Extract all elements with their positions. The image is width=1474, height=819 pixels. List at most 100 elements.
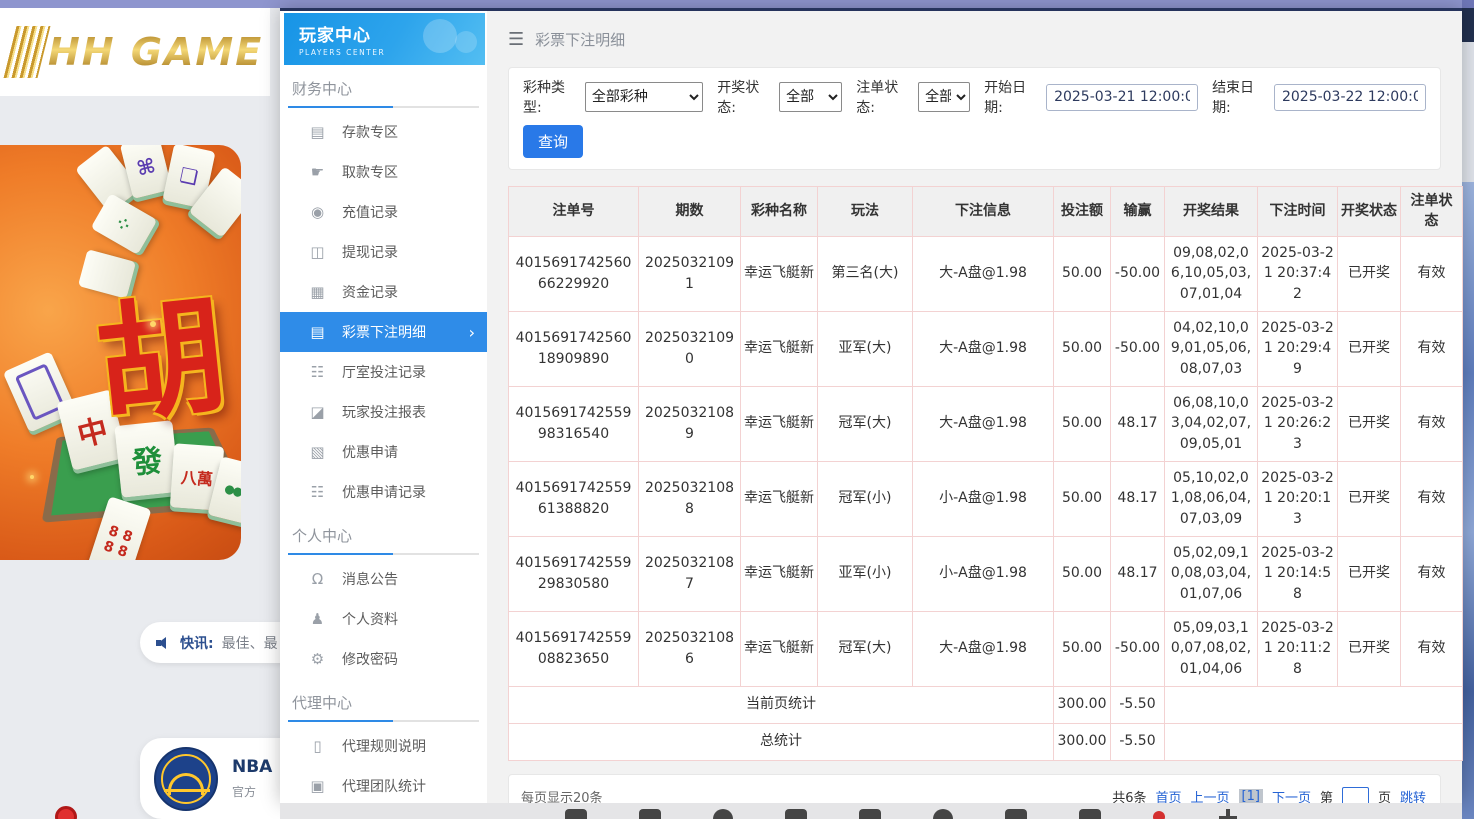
sidebar-item-team-stats[interactable]: ▣代理团队统计 [280, 766, 487, 803]
table-cell: 06,08,10,03,04,02,07,09,05,01 [1165, 386, 1258, 461]
table-cell: -50.00 [1111, 311, 1165, 386]
sidebar-item-promo-record[interactable]: ☷优惠申请记录 [280, 472, 487, 512]
table-cell: 已开奖 [1338, 386, 1401, 461]
table-cell: 50.00 [1054, 611, 1111, 686]
red-badge-dot[interactable] [1153, 811, 1165, 819]
sidebar-item-bank-card[interactable]: ▤存款专区 [280, 112, 487, 152]
start-date-input[interactable] [1046, 84, 1198, 111]
table-cell: 20250321089 [639, 386, 741, 461]
sidebar-item-label: 充值记录 [342, 202, 398, 222]
table-row: 40156917425596138882020250321088幸运飞艇新冠军(… [509, 461, 1463, 536]
search-button[interactable]: 查询 [523, 125, 583, 158]
sidebar-item-label: 厅室投注记录 [342, 362, 426, 382]
table-cell: 401569174256066229920 [509, 236, 639, 311]
table-cell: 401569174256018909890 [509, 311, 639, 386]
sidebar-item-document[interactable]: ▯代理规则说明 [280, 726, 487, 766]
sidebar-item-funds[interactable]: ▦资金记录 [280, 272, 487, 312]
column-header: 期数 [639, 187, 741, 237]
table-cell: 2025-03-21 20:37:42 [1258, 236, 1338, 311]
sidebar-item-label: 消息公告 [342, 569, 398, 589]
table-cell: 05,10,02,01,08,06,04,07,03,09 [1165, 461, 1258, 536]
sidebar-item-user[interactable]: ♟个人资料 [280, 599, 487, 639]
table-cell: 2025-03-21 20:14:58 [1258, 536, 1338, 611]
summary-label: 当前页统计 [509, 686, 1054, 723]
table-cell: 已开奖 [1338, 611, 1401, 686]
dock-icon[interactable] [859, 809, 881, 819]
sidebar: 玩家中心 PLAYERS CENTER 财务中心▤存款专区☛取款专区◉充值记录◫… [280, 11, 487, 803]
dock-icon[interactable] [1079, 809, 1101, 819]
report-chart-icon: ◪ [309, 403, 326, 421]
table-row: 40156917425592983058020250321087幸运飞艇新亚军(… [509, 536, 1463, 611]
add-icon[interactable] [1217, 809, 1239, 819]
sidebar-item-report-chart[interactable]: ◪玩家投注报表 [280, 392, 487, 432]
table-cell: 2025-03-21 20:26:23 [1258, 386, 1338, 461]
table-cell: 20250321086 [639, 611, 741, 686]
summary-winloss-total: -5.50 [1111, 686, 1165, 723]
sidebar-item-wallet[interactable]: ◫提现记录 [280, 232, 487, 272]
circle-decoration [455, 31, 477, 53]
summary-label: 总统计 [509, 723, 1054, 760]
summary-row: 当前页统计300.00-5.50 [509, 686, 1463, 723]
table-cell: 有效 [1401, 311, 1463, 386]
sidebar-item-withdraw-hand[interactable]: ☛取款专区 [280, 152, 487, 192]
lottery-type-select[interactable]: 全部彩种 [585, 82, 703, 112]
table-cell: 401569174255998316540 [509, 386, 639, 461]
draw-status-label: 开奖状态: [717, 77, 773, 117]
red-badge-icon [55, 806, 77, 819]
table-cell: -50.00 [1111, 236, 1165, 311]
draw-status-select[interactable]: 全部 [779, 82, 842, 112]
table-cell: 有效 [1401, 611, 1463, 686]
bet-table: 注单号期数彩种名称玩法下注信息投注额输赢开奖结果下注时间开奖状态注单状态 401… [508, 186, 1463, 761]
sidebar-section-title: 代理中心 [280, 679, 487, 720]
end-date-label: 结束日期: [1212, 77, 1268, 117]
sidebar-item-money-bag[interactable]: ◉充值记录 [280, 192, 487, 232]
sidebar-item-bet-detail[interactable]: ▤彩票下注明细› [280, 312, 487, 352]
hamburger-menu-icon[interactable]: ☰ [508, 29, 524, 50]
sidebar-item-label: 取款专区 [342, 162, 398, 182]
table-cell: 亚军(大) [818, 311, 913, 386]
sidebar-item-label: 代理规则说明 [342, 736, 426, 756]
order-status-select[interactable]: 全部 [918, 82, 970, 112]
sidebar-item-hall-record[interactable]: ☷厅室投注记录 [280, 352, 487, 392]
table-cell: 小-A盘@1.98 [913, 461, 1054, 536]
dock-icon[interactable] [713, 809, 733, 819]
summary-bet-total: 300.00 [1054, 723, 1111, 760]
sidebar-item-bell[interactable]: Ω消息公告 [280, 559, 487, 599]
promo-gift-icon: ▧ [309, 443, 326, 461]
table-cell: 50.00 [1054, 311, 1111, 386]
dock-icon[interactable] [639, 809, 661, 819]
sidebar-item-label: 资金记录 [342, 282, 398, 302]
sidebar-item-gear[interactable]: ⚙修改密码 [280, 639, 487, 679]
section-underline [288, 553, 479, 555]
table-cell: 50.00 [1054, 461, 1111, 536]
sidebar-item-promo-gift[interactable]: ▧优惠申请 [280, 432, 487, 472]
dock-icon[interactable] [933, 809, 953, 819]
filter-panel: 彩种类型: 全部彩种 开奖状态: 全部 注单状态: 全部 开始日期: 结束日期:… [508, 67, 1441, 170]
table-cell: 2025-03-21 20:11:28 [1258, 611, 1338, 686]
players-center-modal: 玩家中心 PLAYERS CENTER 财务中心▤存款专区☛取款专区◉充值记录◫… [280, 8, 1462, 803]
table-cell: 幸运飞艇新 [741, 236, 818, 311]
ticker-text: 最佳、最 [222, 633, 278, 653]
dock-icon[interactable] [565, 809, 587, 819]
end-date-input[interactable] [1274, 84, 1426, 111]
order-status-label: 注单状态: [856, 77, 912, 117]
page-right-edge [1462, 0, 1474, 819]
dock-icon[interactable] [1005, 809, 1027, 819]
dock-icon[interactable] [785, 809, 807, 819]
warriors-logo-icon [154, 747, 218, 811]
start-date-label: 开始日期: [984, 77, 1040, 117]
lottery-type-label: 彩种类型: [523, 77, 579, 117]
ticker-label: 快讯: [180, 633, 214, 653]
table-cell: 09,08,02,06,10,05,03,07,01,04 [1165, 236, 1258, 311]
section-underline [288, 720, 479, 722]
table-cell: 48.17 [1111, 536, 1165, 611]
table-cell: 有效 [1401, 236, 1463, 311]
column-header: 玩法 [818, 187, 913, 237]
logo-text: HH GAME [48, 30, 263, 74]
table-row: 40156917425590882365020250321086幸运飞艇新冠军(… [509, 611, 1463, 686]
sparkle-decoration [150, 321, 156, 327]
page-title: 彩票下注明细 [535, 29, 625, 50]
table-cell: 幸运飞艇新 [741, 536, 818, 611]
table-cell: 有效 [1401, 536, 1463, 611]
current-page-badge[interactable]: [1] [1239, 789, 1263, 804]
